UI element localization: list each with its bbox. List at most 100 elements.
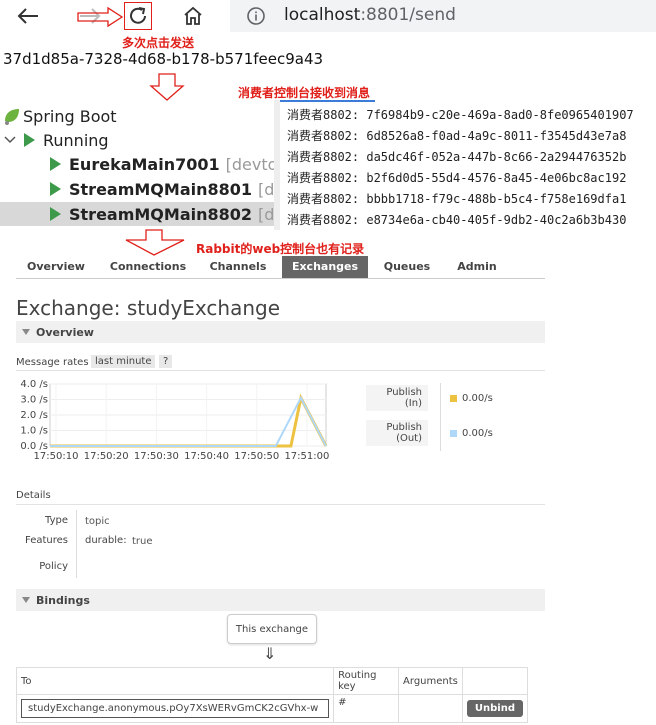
tree-root[interactable]: Spring Boot bbox=[0, 104, 274, 128]
url-path: :8801/send bbox=[360, 5, 456, 25]
app-name: StreamMQMain8802 bbox=[69, 204, 253, 224]
url-text: localhost:8801/send bbox=[284, 5, 456, 25]
type-label: Type bbox=[45, 515, 68, 526]
tab-channels[interactable]: Channels bbox=[200, 256, 276, 278]
table-row: studyExchange.anonymous.pOy7XsWERvGmCK2c… bbox=[15, 694, 529, 723]
annotation-arrow-down-1 bbox=[149, 73, 185, 101]
response-uuid: 37d1d85a-7328-4d68-b178-b571feec9a43 bbox=[3, 50, 324, 68]
run-icon bbox=[50, 157, 61, 171]
bindings-section-label: Bindings bbox=[36, 593, 90, 607]
col-to: To bbox=[15, 667, 335, 695]
back-button[interactable] bbox=[14, 2, 42, 30]
tree-app-8801[interactable]: StreamMQMain8801 [devto bbox=[0, 177, 274, 201]
legend-publish-in-line2: (In) bbox=[404, 398, 422, 409]
legend-publish-out-line2: (Out) bbox=[396, 433, 422, 444]
app-name: EurekaMain7001 bbox=[69, 154, 220, 174]
overview-section-label: Overview bbox=[36, 325, 94, 339]
this-exchange-box: This exchange bbox=[227, 614, 317, 644]
details-label: Details bbox=[16, 490, 51, 501]
triangle-down-icon bbox=[22, 597, 30, 603]
reload-icon bbox=[130, 7, 146, 24]
console-line: 消费者8802: 6d8526a8-f0ad-4a9c-8011-f3545d4… bbox=[287, 129, 627, 143]
reload-button[interactable] bbox=[124, 2, 152, 30]
publish-out-rate: 0.00/s bbox=[462, 428, 493, 439]
chart-x-tick: 17:50:30 bbox=[134, 451, 179, 462]
chart-x-tick: 17:50:10 bbox=[34, 451, 79, 462]
legend-publish-in-line1: Publish bbox=[386, 387, 422, 398]
binding-arguments bbox=[398, 694, 463, 723]
legend-publish-out-value: 0.00/s bbox=[450, 428, 493, 439]
home-icon bbox=[184, 6, 202, 25]
annotation-click-send: 多次点击发送 bbox=[122, 36, 195, 50]
divider bbox=[16, 504, 545, 505]
annotation-arrow-down-2 bbox=[125, 229, 185, 256]
console-line: 消费者8802: 7f6984b9-c20e-469a-8ad0-8fe0965… bbox=[287, 108, 634, 122]
console-line: 消费者8802: b2f6d0d5-55d4-4576-8a45-4e06bc8… bbox=[287, 171, 627, 185]
tree-running[interactable]: Running bbox=[0, 128, 274, 152]
console-line: 消费者8802: da5dc46f-052a-447b-8c66-2a29447… bbox=[287, 150, 627, 164]
overview-section-toggle[interactable]: Overview bbox=[16, 321, 545, 343]
app-tag: [devtools] bbox=[225, 154, 274, 174]
col-arguments: Arguments bbox=[398, 667, 463, 695]
app-tag: [devto bbox=[258, 179, 274, 199]
triangle-down-icon bbox=[22, 329, 30, 335]
legend-publish-out-line1: Publish bbox=[386, 422, 422, 433]
legend-swatch-out bbox=[450, 430, 457, 437]
info-icon bbox=[247, 7, 265, 25]
tab-admin[interactable]: Admin bbox=[448, 256, 506, 278]
legend-publish-in: Publish (In) bbox=[366, 385, 428, 411]
home-button[interactable] bbox=[179, 2, 207, 30]
chart-y-tick: 1.0 /s bbox=[20, 426, 48, 437]
tree-root-label: Spring Boot bbox=[23, 106, 117, 126]
col-action bbox=[461, 667, 529, 695]
chart-y-tick: 3.0 /s bbox=[20, 395, 48, 406]
binding-routing-key: # bbox=[333, 694, 400, 723]
run-icon bbox=[50, 182, 61, 196]
console-tab-indicator bbox=[280, 100, 375, 102]
console-line: 消费者8802: e8734e6a-cb40-405f-9db2-40c2a6b… bbox=[287, 213, 627, 227]
address-bar[interactable]: localhost:8801/send bbox=[230, 0, 656, 32]
features-label: Features bbox=[25, 535, 68, 546]
bindings-section-toggle[interactable]: Bindings bbox=[16, 589, 545, 611]
app-tag: [devto bbox=[258, 204, 274, 224]
policy-label: Policy bbox=[39, 561, 68, 572]
tab-connections[interactable]: Connections bbox=[100, 256, 196, 278]
spring-leaf-icon bbox=[5, 109, 19, 125]
tree-app-eureka[interactable]: EurekaMain7001[devtools] bbox=[0, 152, 274, 176]
exchange-name: studyExchange bbox=[126, 296, 281, 320]
message-rates-chart: 4.0 /s3.0 /s2.0 /s1.0 /s0.0 /s17:50:10 17… bbox=[20, 379, 329, 462]
tab-overview[interactable]: Overview bbox=[16, 256, 96, 278]
help-button[interactable]: ? bbox=[159, 355, 173, 368]
annotation-arrow-right bbox=[77, 6, 124, 28]
chart-y-tick: 2.0 /s bbox=[20, 410, 48, 421]
spring-boot-dashboard: Spring Boot Running EurekaMain7001 [devto… bbox=[0, 100, 274, 230]
features-key: durable: bbox=[85, 535, 127, 546]
tree-app-8802[interactable]: StreamMQMain8802 [devto bbox=[0, 202, 274, 226]
table-header-row: To Routing key Arguments bbox=[15, 667, 529, 695]
console-line: 消费者8802: bbbb1718-f79c-488b-b5c4-f758e16… bbox=[287, 192, 627, 206]
run-icon bbox=[24, 133, 35, 147]
tab-queues[interactable]: Queues bbox=[376, 256, 438, 278]
chart-x-tick: 17:50:50 bbox=[234, 451, 279, 462]
arrow-left-icon bbox=[17, 8, 38, 24]
last-minute-selector[interactable]: last minute bbox=[91, 355, 156, 368]
features-value: true bbox=[132, 536, 153, 547]
binding-queue-link[interactable]: studyExchange.anonymous.pOy7XsWERvGmCK2c… bbox=[21, 699, 330, 718]
console-output: 消费者8802: 7f6984b9-c20e-469a-8ad0-8fe0965… bbox=[280, 100, 656, 230]
tree-running-label: Running bbox=[43, 130, 109, 150]
unbind-button[interactable]: Unbind bbox=[466, 700, 523, 717]
annotation-rabbit-recorded: Rabbit的web控制台也有记录 bbox=[196, 242, 365, 256]
legend-publish-in-value: 0.00/s bbox=[450, 393, 493, 404]
binding-action-cell: Unbind bbox=[461, 694, 529, 723]
page-title: Exchange: studyExchange bbox=[16, 296, 280, 320]
page-title-prefix: Exchange: bbox=[16, 296, 127, 320]
down-arrow-icon: ⇓ bbox=[263, 644, 277, 663]
rabbitmq-nav: Overview Connections Channels Exchanges … bbox=[16, 256, 545, 279]
binding-to-cell: studyExchange.anonymous.pOy7XsWERvGmCK2c… bbox=[15, 694, 335, 723]
divider bbox=[16, 370, 545, 371]
url-host: localhost bbox=[284, 5, 361, 25]
divider bbox=[440, 383, 441, 451]
legend-swatch-in bbox=[450, 395, 457, 402]
chevron-down-icon[interactable] bbox=[3, 133, 17, 147]
tab-exchanges[interactable]: Exchanges bbox=[282, 256, 368, 278]
